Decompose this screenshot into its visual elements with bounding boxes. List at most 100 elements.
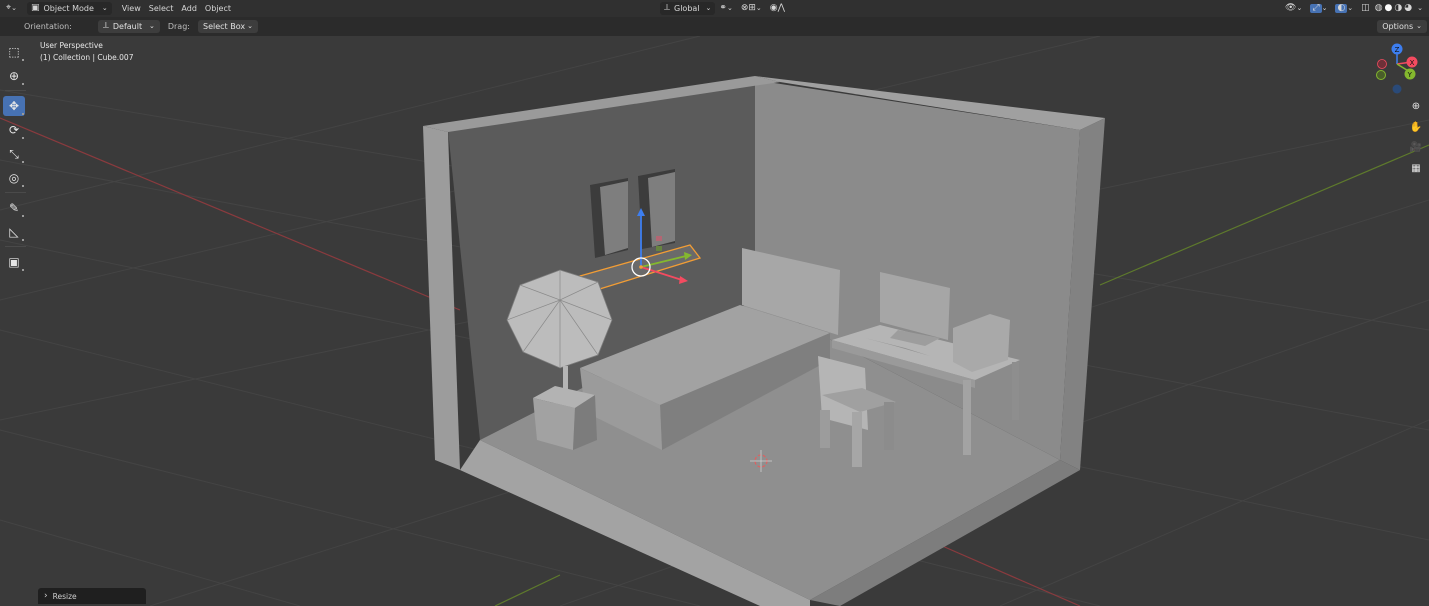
tool-cursor[interactable]: ⊕ (3, 66, 25, 86)
tool-shelf: ⬚ ⊕ ✥ ⟳ ⤡ ◎ ✎ ◺ ▣ (3, 42, 28, 276)
pan-button[interactable]: ✋ (1407, 118, 1425, 136)
chair-leg-front (852, 412, 862, 467)
visibility-button[interactable]: 👁 ⌄ (1281, 2, 1306, 15)
xray-icon: ◫ (1361, 3, 1370, 13)
chevron-down-icon: ⌄ (1321, 4, 1328, 12)
camera-icon: 🎥 (1409, 141, 1423, 153)
overlay-icon: ◐ (1335, 3, 1348, 13)
collection-info: (1) Collection | Cube.007 (40, 53, 134, 62)
drag-label: Drag: (167, 22, 190, 31)
menu-add[interactable]: Add (177, 2, 201, 15)
last-operation-label: Resize (52, 591, 77, 601)
gizmo-z-label: Z (1395, 46, 1400, 54)
material-sphere-icon: ◑ (1394, 3, 1403, 13)
editor-type-button[interactable]: ⌖ ⌄ (2, 2, 21, 15)
ortho-toggle-button[interactable]: ▦ (1407, 159, 1425, 177)
tool-move[interactable]: ✥ (3, 96, 25, 116)
shading-solid-button[interactable]: ● (1384, 2, 1394, 15)
gizmo-x-label: X (1410, 59, 1415, 67)
menu-select[interactable]: Select (145, 2, 178, 15)
hand-icon: ✋ (1409, 121, 1423, 133)
view-name: User Perspective (40, 41, 103, 50)
viewport-header: ⌖ ⌄ ▣ Object Mode ⌄ View Select Add Objec… (0, 0, 1429, 17)
chevron-down-icon: ⌄ (101, 4, 108, 12)
last-operation-panel[interactable]: › Resize (38, 588, 146, 604)
cursor-icon: ⊕ (8, 69, 20, 83)
gizmo-toggle[interactable]: ⤢ ⌄ (1306, 2, 1331, 15)
gizmo-icon: ⤢ (1310, 3, 1322, 13)
tool-annotate[interactable]: ✎ (3, 198, 25, 218)
falloff-icon: ⋀ (777, 3, 786, 13)
zoom-button[interactable]: ⊕ (1407, 97, 1425, 115)
xray-toggle[interactable]: ◫ (1357, 2, 1374, 15)
chevron-down-icon: ⌄ (247, 22, 253, 30)
mode-dropdown[interactable]: ▣ Object Mode ⌄ (26, 2, 112, 15)
pivot-icon: ⚭ (719, 3, 727, 13)
chevron-down-icon: ⌄ (11, 4, 17, 12)
menu-object[interactable]: Object (201, 2, 235, 15)
rotate-icon: ⟳ (8, 123, 20, 137)
tool-select-box[interactable]: ⬚ (3, 42, 25, 62)
window-frame-left (600, 181, 628, 255)
chevron-down-icon: ⌄ (148, 22, 155, 30)
desk-leg-back (1012, 362, 1019, 420)
shading-rendered-button[interactable]: ◕ (1403, 2, 1413, 15)
eye-icon: 👁 (1285, 3, 1297, 13)
shading-material-button[interactable]: ◑ (1393, 2, 1403, 15)
gizmo-neg-y (1376, 70, 1386, 80)
toolbar-divider (5, 90, 26, 91)
tool-rotate[interactable]: ⟳ (3, 120, 25, 140)
mode-label: Object Mode (43, 4, 94, 13)
gizmo-neg-z (1392, 84, 1402, 94)
chevron-down-icon: ⌄ (1416, 22, 1422, 30)
zoom-icon: ⊕ (1411, 100, 1421, 112)
scale-icon: ⤡ (9, 146, 19, 161)
pivot-point-button[interactable]: ⚭ ⌄ (715, 2, 736, 15)
options-label: Options (1382, 22, 1414, 31)
orientation-label: Orientation: (24, 22, 72, 31)
transform-orientation-label: Global (674, 4, 700, 13)
chevron-down-icon: ⌄ (726, 4, 733, 12)
window-frame-right (648, 172, 675, 247)
select-box-icon: ⬚ (8, 45, 20, 59)
chevron-down-icon: ⌄ (1347, 4, 1354, 12)
snap-button[interactable]: ⊗ ⊞ ⌄ (737, 2, 766, 15)
snap-target-icon: ⊞ (748, 3, 756, 13)
options-dropdown[interactable]: Options ⌄ (1377, 20, 1427, 33)
cube-icon: ▣ (30, 3, 40, 13)
wireframe-sphere-icon: ◍ (1374, 3, 1383, 13)
measure-icon: ◺ (9, 225, 19, 239)
chevron-right-icon: › (44, 590, 48, 601)
chevron-down-icon: ⌄ (1296, 4, 1303, 12)
orientation-dropdown[interactable]: ⟂ Default ⌄ (97, 20, 160, 33)
tool-measure[interactable]: ◺ (3, 222, 25, 242)
proportional-edit-button[interactable]: ◉ ⋀ (766, 2, 789, 15)
3d-viewport[interactable]: Z X Y (0, 0, 1429, 606)
proportional-edit-icon: ◉ (769, 3, 778, 13)
orientation-icon: ⟂ (663, 3, 670, 13)
shading-options-button[interactable]: ⌄ (1413, 2, 1427, 15)
shading-wireframe-button[interactable]: ◍ (1374, 2, 1384, 15)
gizmo-neg-x (1377, 59, 1387, 69)
camera-view-button[interactable]: 🎥 (1407, 138, 1425, 156)
chair-leg-side (884, 402, 894, 450)
toolbar-divider (5, 246, 26, 247)
menu-view[interactable]: View (118, 2, 145, 15)
add-cube-icon: ▣ (8, 255, 20, 269)
rendered-sphere-icon: ◕ (1404, 3, 1413, 13)
annotate-icon: ✎ (8, 201, 20, 215)
solid-sphere-icon: ● (1384, 3, 1393, 13)
drag-value: Select Box (202, 22, 246, 31)
drag-dropdown[interactable]: Select Box ⌄ (197, 20, 258, 33)
tool-add-cube[interactable]: ▣ (3, 252, 25, 272)
chevron-down-icon: ⌄ (705, 4, 712, 12)
tool-scale[interactable]: ⤡ (3, 144, 25, 164)
toolbar-divider (5, 192, 26, 193)
chair-leg-back (820, 410, 830, 448)
orientation-icon: ⟂ (102, 21, 109, 31)
overlay-toggle[interactable]: ◐ ⌄ (1331, 2, 1357, 15)
transform-orientation-dropdown[interactable]: ⟂ Global ⌄ (659, 2, 716, 15)
transform-icon: ◎ (8, 171, 20, 185)
chevron-down-icon: ⌄ (755, 4, 762, 12)
tool-transform[interactable]: ◎ (3, 168, 25, 188)
